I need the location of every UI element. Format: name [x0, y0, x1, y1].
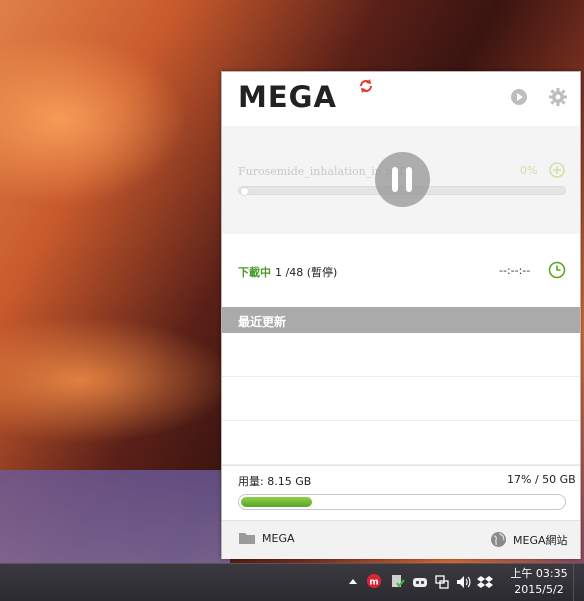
list-item[interactable]	[222, 421, 580, 465]
security-shield-icon[interactable]	[390, 574, 406, 590]
gear-icon[interactable]	[549, 88, 567, 106]
taskbar-date: 2015/5/2	[514, 583, 564, 596]
pause-icon	[392, 167, 398, 192]
dropbox-icon[interactable]	[477, 574, 493, 590]
globe-icon	[491, 532, 506, 547]
storage-usage: 用量: 8.15 GB 17% / 50 GB	[222, 465, 580, 521]
recent-updates-list	[222, 333, 580, 465]
window-header: MEGA	[222, 72, 580, 126]
mega-sync-window: MEGA Furosemide_inhalation_in.pdf 0% 下載中…	[221, 71, 581, 559]
clock-icon[interactable]	[548, 261, 566, 279]
status-count: 1 /48 (暫停)	[275, 266, 338, 279]
website-label: MEGA網站	[513, 533, 568, 547]
network-icon[interactable]	[434, 574, 450, 590]
taskbar-clock[interactable]: 上午 03:35 2015/5/2	[509, 566, 569, 598]
transfer-progress-knob	[240, 187, 249, 196]
folder-label: MEGA	[262, 531, 295, 545]
mega-tray-icon[interactable]: m	[366, 573, 382, 589]
recent-updates-title: 最近更新	[238, 315, 287, 329]
volume-icon[interactable]	[455, 574, 471, 590]
usage-label: 用量: 8.15 GB	[238, 475, 312, 488]
active-transfer-panel: Furosemide_inhalation_in.pdf 0%	[222, 126, 580, 234]
add-icon[interactable]	[549, 162, 565, 178]
sync-icon	[360, 79, 372, 93]
play-icon[interactable]	[510, 88, 528, 106]
usage-summary: 17% / 50 GB	[507, 473, 576, 486]
pause-button[interactable]	[375, 152, 430, 207]
usage-bar-fill	[241, 497, 312, 507]
transfer-percent: 0%	[520, 164, 538, 177]
show-hidden-icons-icon[interactable]	[345, 574, 361, 590]
transfer-status: 下載中 1 /48 (暫停) --:--:--	[222, 234, 580, 307]
show-desktop-button[interactable]	[573, 564, 584, 601]
folder-icon	[239, 533, 255, 544]
window-footer: MEGA MEGA網站	[222, 520, 580, 559]
status-label: 下載中	[238, 266, 271, 279]
status-time-remaining: --:--:--	[499, 264, 531, 277]
recent-updates-header: 最近更新	[222, 307, 580, 333]
taskbar-time: 上午 03:35	[510, 567, 568, 580]
wallpaper-sky	[0, 470, 230, 563]
pause-icon-bar	[406, 167, 412, 192]
svg-text:m: m	[369, 578, 378, 588]
app-tray-icon[interactable]	[412, 574, 428, 590]
open-mega-folder-link[interactable]: MEGA	[238, 531, 295, 545]
mega-website-link[interactable]: MEGA網站	[490, 531, 568, 548]
list-item[interactable]	[222, 377, 580, 421]
windows-taskbar: m 上午 03:35 2015/5/2	[0, 563, 584, 601]
mega-logo: MEGA	[238, 80, 337, 114]
list-item[interactable]	[222, 333, 580, 377]
